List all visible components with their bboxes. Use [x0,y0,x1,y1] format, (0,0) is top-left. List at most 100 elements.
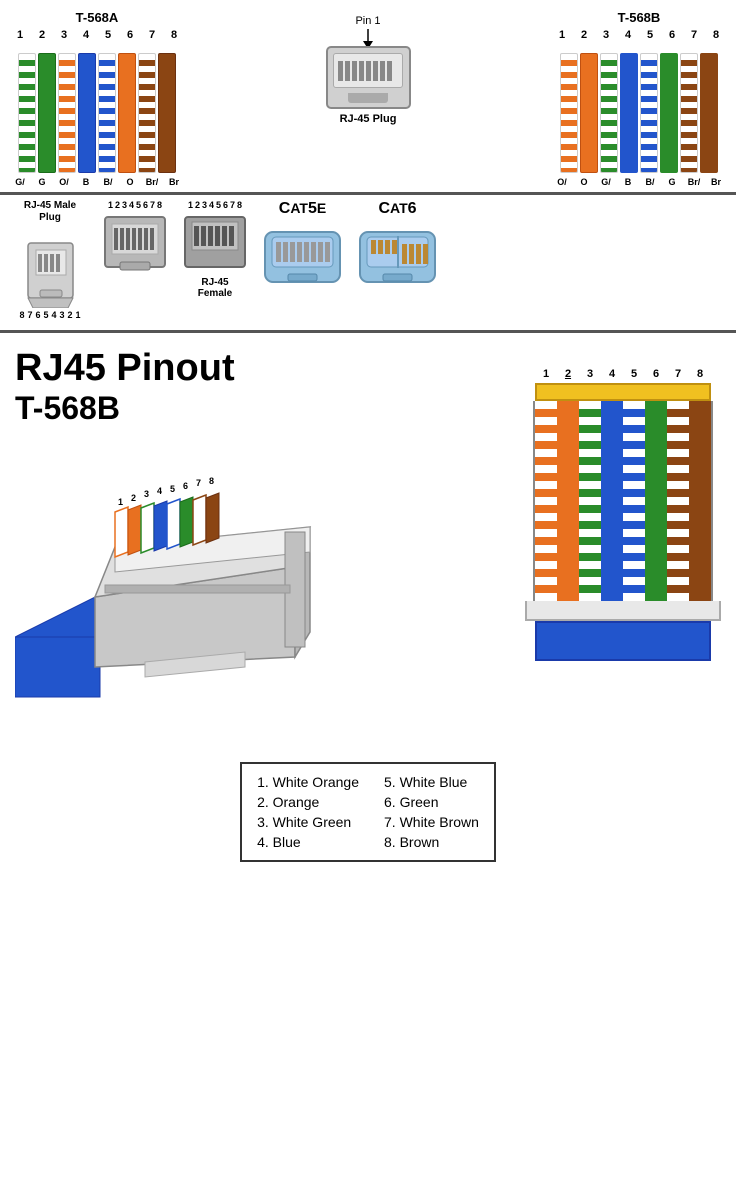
pin-numbers-top-2: 12345678 [188,200,242,210]
wire-1 [18,53,36,173]
plug-pins-visual [338,61,398,81]
pin-num: 6 [120,29,140,41]
svg-text:8: 8 [209,476,214,486]
bottom-main-area: RJ45 Pinout T-568B [15,348,721,727]
t568b-pin-numbers: 1 2 3 4 5 6 7 8 [552,29,726,41]
pin-num: 4 [76,29,96,41]
plug-top-detail [333,53,403,88]
rj45-pinout-subtitle: T-568B [15,390,525,427]
svg-text:4: 4 [157,486,162,496]
v-wire-green [645,401,667,601]
rj45-female-label: RJ-45Female [198,277,232,299]
legend-col-2: 5. White Blue 6. Green 7. White Brown 8.… [384,774,479,850]
pin-num: 8 [164,29,184,41]
pin-num: 4 [618,29,638,41]
rj45-plug-label: RJ-45 Plug [340,113,397,125]
pin-num: 3 [54,29,74,41]
pin-num: 8 [706,29,726,41]
rj45-male-group: RJ-45 MalePlug 87654321 [10,200,90,320]
svg-text:5: 5 [170,484,175,494]
v-wire-blue [601,401,623,601]
rj45-male-plug-art [18,228,83,308]
top-section: T-568A 1 2 3 4 5 6 7 8 [0,0,736,195]
pin-num: 5 [98,29,118,41]
pin1-arrow [338,29,398,46]
v-wire-white-brown [667,401,689,601]
wire-4 [620,53,638,173]
pin-num: 6 [662,29,682,41]
v-pin-5: 5 [623,368,645,380]
v-pin-6: 6 [645,368,667,380]
pin-num: 7 [142,29,162,41]
yellow-top-bar [535,383,711,401]
bottom-left: RJ45 Pinout T-568B [15,348,525,727]
pin-num: 1 [552,29,572,41]
pin-num: 2 [574,29,594,41]
keystone-2-group: 12345678 RJ-45Female [180,200,250,299]
v-pin-4: 4 [601,368,623,380]
pin-num: 2 [32,29,52,41]
legend-box: 1. White Orange 2. Orange 3. White Green… [240,762,496,862]
wire-4 [78,53,96,173]
wire-label: G [662,177,682,187]
wire-label: O/ [552,177,572,187]
rj45-pinout-title: RJ45 Pinout [15,348,525,390]
plug-body-art [326,46,411,109]
cat5e-group: CAT5E [260,200,345,292]
legend-item-8: 8. Brown [384,834,479,850]
wire-label: G [32,177,52,187]
svg-text:3: 3 [144,489,149,499]
wire-label: B [618,177,638,187]
wire-5 [640,53,658,173]
keystone-1-group: 12345678 [100,200,170,277]
keystone-connector-1 [100,212,170,277]
svg-text:6: 6 [183,481,188,491]
wire-2 [38,53,56,173]
svg-text:2: 2 [131,493,136,503]
wire-2 [580,53,598,173]
wire-8 [700,53,718,173]
wire-3 [600,53,618,173]
vertical-wires-body [533,401,713,601]
legend-item-3: 3. White Green [257,814,359,830]
v-pin-numbers: 1 2 3 4 5 6 7 8 [535,368,711,380]
right-diagram: 1 2 3 4 5 6 7 8 [525,348,721,661]
wire-8 [158,53,176,173]
rj45-3d-plug: 1 2 3 4 5 6 7 8 [15,437,335,727]
svg-text:7: 7 [196,478,201,488]
wire-label: Br/ [142,177,162,187]
rj45-male-label: RJ-45 MalePlug [24,200,76,224]
legend-item-6: 6. Green [384,794,479,810]
v-pin-3: 3 [579,368,601,380]
wire-label: B [76,177,96,187]
cat6-group: CAT6 [355,200,440,292]
pin-num: 7 [684,29,704,41]
plug-clip [348,93,388,103]
legend-col-1: 1. White Orange 2. Orange 3. White Green… [257,774,359,850]
wire-3 [58,53,76,173]
t568b-wires [560,43,718,173]
wire-1 [560,53,578,173]
pin-num: 5 [640,29,660,41]
wire-label: O [120,177,140,187]
cat5e-plug-art [260,222,345,292]
legend-item-4: 4. Blue [257,834,359,850]
legend-item-1: 1. White Orange [257,774,359,790]
keystone-connector-2 [180,212,250,277]
legend-item-5: 5. White Blue [384,774,479,790]
bottom-section: RJ45 Pinout T-568B [0,333,736,877]
wire-label: O/ [54,177,74,187]
pin-num: 3 [596,29,616,41]
v-wire-white-orange [535,401,557,601]
wire-label: G/ [596,177,616,187]
rj45-plug-center: Pin 1 [303,10,433,125]
t568a-diagram: T-568A 1 2 3 4 5 6 7 8 [10,10,184,187]
wire-label: Br [164,177,184,187]
legend-item-2: 2. Orange [257,794,359,810]
wire-label: Br [706,177,726,187]
bottom-legend-container: 1. White Orange 2. Orange 3. White Green… [15,742,721,862]
t568b-diagram: T-568B 1 2 3 4 5 6 7 8 [552,10,726,187]
pin1-label: Pin 1 [355,15,380,27]
wire-6 [118,53,136,173]
cat5e-title: CAT5E [279,200,326,218]
